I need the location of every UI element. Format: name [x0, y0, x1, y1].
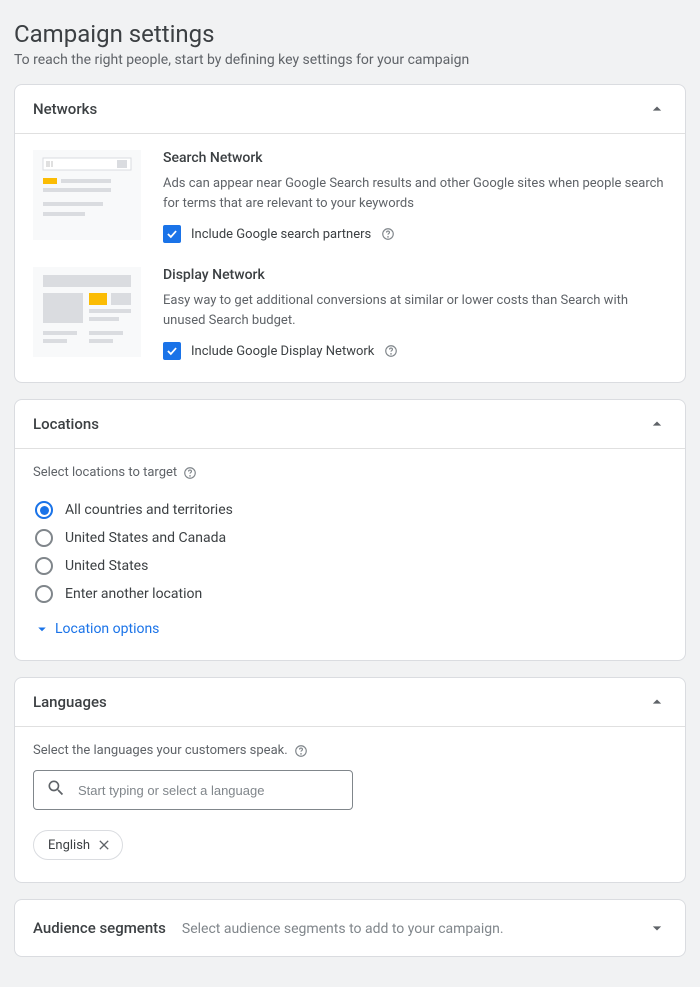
- radio-icon: [35, 557, 53, 575]
- language-input-wrapper[interactable]: [33, 770, 353, 810]
- search-icon: [46, 778, 66, 802]
- display-network-checkbox[interactable]: [163, 342, 181, 360]
- search-network-row: Search Network Ads can appear near Googl…: [33, 150, 667, 243]
- audience-title: Audience segments: [33, 919, 166, 937]
- display-network-label: Include Google Display Network: [191, 344, 374, 359]
- audience-segments-card: Audience segments Select audience segmen…: [14, 899, 686, 957]
- radio-other-location[interactable]: Enter another location: [33, 580, 667, 608]
- search-network-thumb: [33, 150, 141, 243]
- search-network-title: Search Network: [163, 150, 667, 166]
- languages-title: Languages: [33, 693, 107, 711]
- radio-us-canada[interactable]: United States and Canada: [33, 524, 667, 552]
- chip-label: English: [48, 838, 90, 853]
- networks-card: Networks: [14, 84, 686, 383]
- languages-card: Languages Select the languages your cust…: [14, 677, 686, 883]
- radio-label-us: United States: [65, 558, 148, 574]
- radio-us[interactable]: United States: [33, 552, 667, 580]
- chevron-down-icon: [647, 918, 667, 938]
- locations-title: Locations: [33, 415, 99, 433]
- location-options-toggle[interactable]: Location options: [33, 620, 667, 638]
- location-options-label: Location options: [55, 621, 159, 637]
- language-chip[interactable]: English: [33, 830, 123, 860]
- display-network-row: Display Network Easy way to get addition…: [33, 267, 667, 360]
- audience-segments-header[interactable]: Audience segments Select audience segmen…: [15, 900, 685, 956]
- radio-label-other: Enter another location: [65, 586, 202, 602]
- close-icon[interactable]: [96, 837, 112, 853]
- page-subtitle: To reach the right people, start by defi…: [14, 52, 686, 68]
- search-partners-label: Include Google search partners: [191, 227, 371, 242]
- networks-title: Networks: [33, 100, 97, 118]
- audience-subtitle: Select audience segments to add to your …: [182, 921, 504, 937]
- display-network-title: Display Network: [163, 267, 667, 283]
- networks-header[interactable]: Networks: [15, 85, 685, 134]
- languages-instruction: Select the languages your customers spea…: [33, 743, 288, 758]
- radio-icon: [35, 585, 53, 603]
- radio-all-countries[interactable]: All countries and territories: [33, 496, 667, 524]
- chevron-down-icon: [33, 620, 51, 638]
- page-title: Campaign settings: [14, 20, 686, 48]
- chevron-up-icon: [647, 99, 667, 119]
- locations-card: Locations Select locations to target All…: [14, 399, 686, 661]
- radio-label-us-ca: United States and Canada: [65, 530, 226, 546]
- radio-label-all: All countries and territories: [65, 502, 233, 518]
- chevron-up-icon: [647, 414, 667, 434]
- locations-header[interactable]: Locations: [15, 400, 685, 449]
- display-network-desc: Easy way to get additional conversions a…: [163, 291, 667, 330]
- radio-icon: [35, 529, 53, 547]
- language-input[interactable]: [76, 782, 340, 799]
- radio-icon: [35, 501, 53, 519]
- search-partners-checkbox[interactable]: [163, 225, 181, 243]
- locations-instruction: Select locations to target: [33, 465, 177, 480]
- chevron-up-icon: [647, 692, 667, 712]
- help-icon[interactable]: [183, 466, 197, 480]
- search-network-desc: Ads can appear near Google Search result…: [163, 174, 667, 213]
- help-icon[interactable]: [381, 227, 395, 241]
- help-icon[interactable]: [294, 744, 308, 758]
- languages-header[interactable]: Languages: [15, 678, 685, 727]
- help-icon[interactable]: [384, 344, 398, 358]
- display-network-thumb: [33, 267, 141, 360]
